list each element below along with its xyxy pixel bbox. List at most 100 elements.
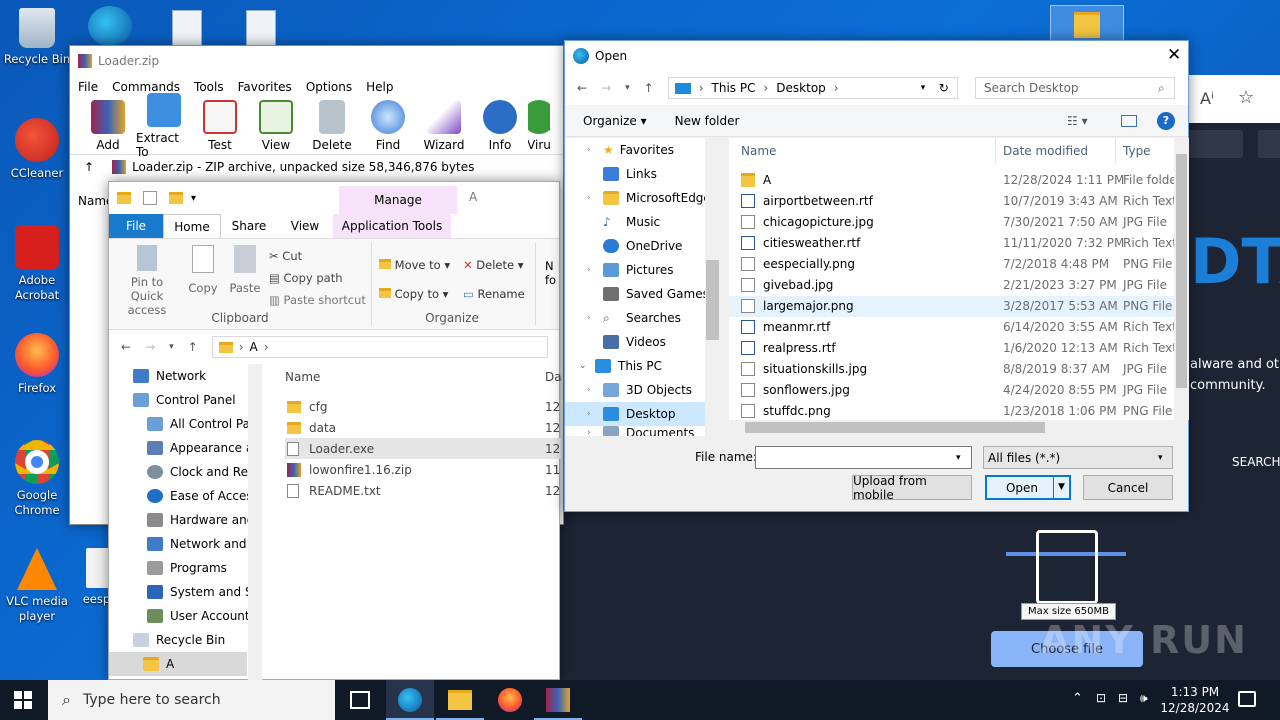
tab-home[interactable]: Home — [163, 214, 221, 238]
nav-hardware[interactable]: Hardware and — [133, 508, 261, 532]
chevron-down-icon[interactable]: ▾ — [1158, 453, 1163, 463]
collapse-icon[interactable]: ⌄ — [579, 361, 589, 371]
recent-chevron-icon[interactable]: ▾ — [169, 342, 174, 352]
nav-user-accounts[interactable]: User Accounts — [133, 604, 261, 628]
file-row[interactable]: cfg 12 — [285, 396, 561, 417]
paste-shortcut-button[interactable]: ▥ Paste shortcut — [269, 289, 366, 311]
upload-icon[interactable] — [1258, 130, 1280, 158]
dialog-address-bar[interactable]: › This PC › Desktop › ▾ ↻ — [667, 77, 958, 99]
help-icon[interactable]: ? — [1157, 111, 1175, 130]
desktop-icon-ccleaner[interactable]: CCleaner — [0, 118, 74, 181]
favorite-star-icon[interactable]: ☆ — [1238, 87, 1254, 108]
open-button[interactable]: Open ▼ — [985, 475, 1071, 500]
nav-system-security[interactable]: System and Se — [133, 580, 261, 604]
tree-music[interactable]: ♪ Music — [565, 210, 720, 234]
organize-button[interactable]: Organize ▾ — [583, 114, 647, 128]
add-button[interactable]: Add — [80, 100, 136, 152]
preview-pane-icon[interactable] — [1121, 114, 1137, 127]
menu-commands[interactable]: Commands — [112, 80, 180, 94]
forward-arrow-icon[interactable]: → — [145, 340, 155, 354]
expand-icon[interactable]: › — [587, 385, 597, 395]
meet-now-icon[interactable]: ⊡ — [1096, 691, 1106, 705]
tree-microsoftedge[interactable]: › MicrosoftEdge — [565, 186, 720, 210]
taskbar-firefox[interactable] — [486, 680, 534, 720]
nav-all-control-panel[interactable]: All Control Par — [133, 412, 261, 436]
file-row[interactable]: largemajor.png 3/28/2017 5:53 AM PNG File — [729, 296, 1174, 317]
rename-button[interactable]: ▭ Rename — [463, 280, 525, 309]
tree-links[interactable]: Links — [565, 162, 720, 186]
scrollbar-thumb[interactable] — [745, 422, 1045, 433]
properties-icon[interactable] — [143, 191, 157, 205]
desktop-icon-vlc[interactable]: VLC media player — [0, 548, 74, 624]
info-button[interactable]: Info — [472, 100, 528, 152]
column-date-modified[interactable]: Date modified — [1003, 144, 1088, 158]
delete-button[interactable]: ✕ Delete ▾ — [463, 251, 525, 280]
taskbar-winrar[interactable] — [534, 680, 582, 720]
nav-network-internet[interactable]: Network and Ir — [133, 532, 261, 556]
browser-search-box[interactable] — [1185, 130, 1243, 158]
volume-icon[interactable]: 🕪 — [1140, 691, 1148, 706]
file-name-input[interactable]: ▾ — [755, 446, 972, 469]
menu-tools[interactable]: Tools — [194, 80, 224, 94]
taskbar-search-box[interactable]: ⌕ Type here to search — [48, 680, 335, 720]
desktop-icon-adobe-acrobat[interactable]: Adobe Acrobat — [0, 225, 74, 303]
read-aloud-icon[interactable]: Aⁱ — [1200, 89, 1214, 108]
tree-this-pc[interactable]: ⌄ This PC — [565, 354, 720, 378]
copy-button[interactable]: Copy — [185, 245, 221, 295]
file-list-vscrollbar[interactable] — [1174, 138, 1189, 420]
back-arrow-icon[interactable]: ← — [577, 81, 587, 95]
task-view-icon[interactable] — [350, 691, 370, 709]
new-folder-button[interactable]: New folder — [675, 114, 740, 128]
expand-icon[interactable]: › — [587, 265, 597, 275]
desktop-icon-recycle-bin[interactable]: Recycle Bin — [0, 8, 74, 67]
tree-onedrive[interactable]: OneDrive — [565, 234, 720, 258]
recent-chevron-icon[interactable]: ▾ — [625, 83, 630, 93]
cancel-button[interactable]: Cancel — [1083, 475, 1173, 500]
file-list-hscrollbar[interactable] — [729, 420, 1174, 435]
breadcrumb-a[interactable]: A — [250, 340, 258, 354]
taskbar-edge[interactable] — [386, 680, 434, 720]
nav-recycle-bin[interactable]: Recycle Bin — [133, 628, 261, 652]
tab-application-tools[interactable]: Application Tools — [333, 214, 451, 238]
tree-documents[interactable]: › Documents — [565, 426, 720, 436]
tree-favorites[interactable]: › ★ Favorites — [565, 138, 720, 162]
column-type[interactable]: Type — [1123, 144, 1151, 158]
tree-searches[interactable]: › ⌕ Searches — [565, 306, 720, 330]
desktop-icon-firefox[interactable]: Firefox — [0, 333, 74, 396]
virusscan-button[interactable]: Viru — [528, 100, 550, 152]
chevron-up-icon[interactable]: ⌃ — [1072, 691, 1083, 706]
forward-arrow-icon[interactable]: → — [601, 81, 611, 95]
expand-icon[interactable]: › — [587, 193, 597, 203]
nav-clock-region[interactable]: Clock and Regi — [133, 460, 261, 484]
scrollbar-thumb[interactable] — [1176, 154, 1187, 388]
nav-folder-a[interactable]: A — [109, 652, 247, 676]
dialog-search-input[interactable]: Search Desktop ⌕ — [975, 77, 1175, 99]
paste-button[interactable]: Paste — [227, 245, 263, 295]
cut-button[interactable]: ✂ Cut — [269, 245, 366, 267]
taskbar-file-explorer[interactable] — [436, 680, 484, 720]
network-icon[interactable]: ⊟ — [1118, 691, 1128, 705]
taskbar-clock[interactable]: 1:13 PM 12/28/2024 — [1160, 684, 1230, 716]
new-folder-partial[interactable]: N fo — [545, 259, 559, 287]
tree-desktop-selected[interactable]: › Desktop — [565, 402, 720, 426]
close-icon[interactable]: ✕ — [1167, 45, 1181, 65]
file-row[interactable]: data 12 — [285, 417, 561, 438]
chevron-down-icon[interactable]: ▾ — [191, 193, 196, 204]
view-options-icon[interactable]: ☷ ▾ — [1067, 114, 1088, 128]
upload-from-mobile-button[interactable]: Upload from mobile — [852, 474, 972, 502]
open-dropdown-icon[interactable]: ▼ — [1053, 477, 1069, 498]
find-button[interactable]: Find — [360, 100, 416, 152]
edge-desktop-icon[interactable] — [88, 6, 132, 46]
file-row[interactable]: sonflowers.jpg 4/24/2020 8:55 PM JPG File — [729, 380, 1174, 401]
tree-videos[interactable]: Videos — [565, 330, 720, 354]
menu-file[interactable]: File — [78, 80, 98, 94]
tab-share[interactable]: Share — [221, 219, 277, 233]
file-row[interactable]: citiesweather.rtf 11/11/2020 7:32 PM Rich … — [729, 233, 1174, 254]
pin-quick-access-button[interactable]: Pin to Quick access — [115, 245, 179, 317]
test-button[interactable]: Test — [192, 100, 248, 152]
file-row[interactable]: stuffdc.png 1/23/2018 1:06 PM PNG File — [729, 401, 1174, 420]
file-row[interactable]: givebad.jpg 2/21/2023 3:27 PM JPG File — [729, 275, 1174, 296]
copy-to-button[interactable]: Copy to ▾ — [379, 280, 450, 309]
manage-context-tab[interactable]: Manage — [339, 186, 457, 214]
breadcrumb-desktop[interactable]: Desktop — [776, 81, 826, 95]
